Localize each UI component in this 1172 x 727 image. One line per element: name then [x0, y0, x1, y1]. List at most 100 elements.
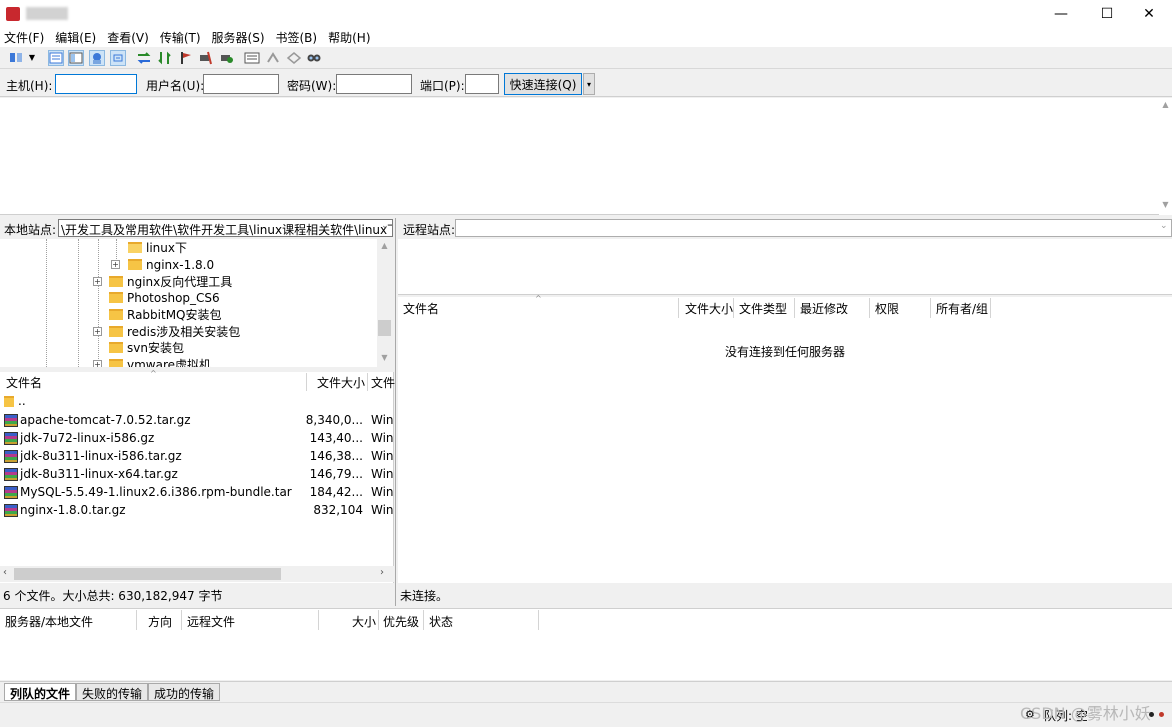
maximize-button[interactable]: ☐ — [1084, 0, 1130, 28]
remote-col-filetype[interactable]: 文件类型 — [739, 300, 787, 318]
queue-col-server[interactable]: 服务器/本地文件 — [5, 613, 93, 630]
expand-icon[interactable]: + — [93, 360, 102, 367]
menu-help[interactable]: 帮助(H) — [328, 29, 370, 46]
tree-item[interactable]: redis涉及相关安装包 — [109, 323, 240, 340]
scroll-left-icon[interactable]: ‹ — [3, 567, 7, 578]
remote-col-modified[interactable]: 最近修改 — [800, 300, 848, 318]
reconnect-icon[interactable] — [218, 50, 234, 66]
archive-icon — [4, 431, 18, 445]
menu-file[interactable]: 文件(F) — [4, 29, 44, 46]
expand-icon[interactable]: + — [93, 277, 102, 286]
tree-item[interactable]: RabbitMQ安装包 — [109, 306, 222, 323]
tree-item[interactable]: vmware虚拟机 — [109, 356, 211, 367]
file-name: nginx-1.8.0.tar.gz — [20, 503, 126, 517]
remote-col-owner[interactable]: 所有者/组 — [936, 300, 988, 318]
local-site-dropdown-icon[interactable]: ⌄ — [378, 221, 392, 236]
file-size: 832,104 — [313, 503, 363, 517]
tree-item[interactable]: nginx-1.8.0 — [128, 256, 214, 273]
queue-col-status[interactable]: 状态 — [429, 613, 453, 630]
folder-icon — [109, 342, 123, 353]
quickconnect-dropdown-icon[interactable]: ▾ — [583, 73, 595, 95]
file-row[interactable]: apache-tomcat-7.0.52.tar.gz — [4, 411, 191, 429]
file-type: Win — [371, 467, 394, 481]
remote-directory-tree[interactable] — [398, 239, 1172, 295]
menu-view[interactable]: 查看(V) — [107, 29, 149, 46]
local-list-hscroll-thumb[interactable] — [14, 568, 281, 580]
file-row[interactable]: jdk-7u72-linux-i586.gz — [4, 429, 154, 447]
disconnect-icon[interactable] — [197, 50, 213, 66]
remote-site-dropdown-icon[interactable]: ⌄ — [1160, 221, 1168, 231]
file-type: Win — [371, 431, 394, 445]
tree-item[interactable]: svn安装包 — [109, 339, 184, 356]
site-manager-dropdown-icon[interactable]: ▼ — [26, 50, 38, 66]
file-row[interactable]: nginx-1.8.0.tar.gz — [4, 501, 126, 519]
file-name: jdk-8u311-linux-i586.tar.gz — [20, 449, 182, 463]
scroll-up-icon[interactable]: ▲ — [1159, 100, 1172, 109]
queue-col-size[interactable]: 大小 — [352, 613, 376, 630]
scroll-right-icon[interactable]: › — [380, 567, 384, 578]
file-size: 8,340,0... — [305, 413, 363, 427]
tab-failed-transfers[interactable]: 失败的传输 — [76, 683, 149, 701]
minimize-button[interactable]: — — [1038, 0, 1084, 28]
menu-transfer[interactable]: 传输(T) — [160, 29, 201, 46]
queue-col-priority[interactable]: 优先级 — [383, 613, 419, 630]
remote-col-filesize[interactable]: 文件大小 — [685, 300, 733, 318]
queue-col-remote[interactable]: 远程文件 — [187, 613, 235, 630]
local-site-path-input[interactable]: \开发工具及常用软件\软件开发工具\linux课程相关软件\linux下\ — [58, 219, 393, 237]
menu-server[interactable]: 服务器(S) — [212, 29, 265, 46]
menu-bookmarks[interactable]: 书签(B) — [276, 29, 318, 46]
folder-icon — [4, 395, 14, 407]
queue-col-direction[interactable]: 方向 — [148, 613, 172, 630]
tree-item[interactable]: linux下 — [128, 239, 187, 256]
scroll-down-icon[interactable]: ▼ — [378, 353, 391, 362]
tree-item[interactable]: Photoshop_CS6 — [109, 289, 220, 306]
tree-item[interactable]: nginx反向代理工具 — [109, 273, 232, 290]
port-input[interactable] — [465, 74, 499, 94]
host-input[interactable] — [55, 74, 137, 94]
remote-col-filename[interactable]: 文件名 — [403, 300, 439, 318]
toggle-sync-browsing-icon[interactable] — [265, 50, 281, 66]
local-tree-scrollbar[interactable]: ▲ ▼ — [377, 239, 392, 367]
process-queue-icon[interactable] — [157, 50, 173, 66]
expand-icon[interactable]: + — [111, 260, 120, 269]
menu-edit[interactable]: 编辑(E) — [55, 29, 96, 46]
toggle-log-icon[interactable] — [48, 50, 64, 66]
password-input[interactable] — [336, 74, 412, 94]
close-button[interactable]: ✕ — [1126, 0, 1172, 28]
cancel-operation-icon[interactable] — [178, 50, 194, 66]
toggle-queue-icon[interactable] — [110, 50, 126, 66]
local-col-filetype[interactable]: 文件 — [371, 374, 395, 392]
watermark-text: CSDN @雾林小妖 — [1020, 704, 1151, 723]
quickconnect-button[interactable]: 快速连接(Q) — [504, 73, 582, 95]
scroll-up-icon[interactable]: ▲ — [378, 241, 391, 250]
toggle-remote-tree-icon[interactable] — [89, 50, 105, 66]
quickconnect-bar: 主机(H): 用户名(U): 密码(W): 端口(P): 快速连接(Q) ▾ — [0, 70, 1172, 97]
scroll-down-icon[interactable]: ▼ — [1159, 200, 1172, 209]
message-log-scrollbar[interactable]: ▲ ▼ — [1159, 98, 1172, 215]
file-row[interactable]: jdk-8u311-linux-x64.tar.gz — [4, 465, 178, 483]
tab-queued-files[interactable]: 列队的文件 — [4, 683, 77, 701]
site-manager-icon[interactable] — [8, 50, 24, 66]
tab-successful-transfers[interactable]: 成功的传输 — [148, 683, 221, 701]
directory-comparison-icon[interactable] — [286, 50, 302, 66]
local-directory-tree[interactable]: linux下 + nginx-1.8.0 + nginx反向代理工具 Photo… — [0, 239, 392, 367]
remote-col-permissions[interactable]: 权限 — [875, 300, 899, 318]
file-row[interactable]: jdk-8u311-linux-i586.tar.gz — [4, 447, 182, 465]
transfer-queue[interactable] — [0, 608, 1172, 680]
local-col-filename[interactable]: 文件名 — [6, 374, 42, 392]
username-input[interactable] — [203, 74, 279, 94]
toggle-local-tree-icon[interactable] — [68, 50, 84, 66]
directory-listing-filters-icon[interactable] — [244, 50, 260, 66]
file-row[interactable]: MySQL-5.5.49-1.linux2.6.i386.rpm-bundle.… — [4, 483, 292, 501]
refresh-icon[interactable] — [136, 50, 152, 66]
remote-file-list[interactable] — [398, 297, 1172, 583]
folder-icon — [109, 276, 123, 287]
expand-icon[interactable]: + — [93, 327, 102, 336]
search-remote-files-icon[interactable] — [306, 50, 322, 66]
local-col-filesize[interactable]: 文件大小 — [317, 374, 365, 392]
file-row-parent[interactable]: .. — [4, 392, 26, 410]
archive-icon — [4, 413, 18, 427]
local-tree-scroll-thumb[interactable] — [378, 320, 391, 336]
message-log[interactable] — [0, 98, 1172, 215]
remote-site-path-input[interactable] — [455, 219, 1172, 237]
